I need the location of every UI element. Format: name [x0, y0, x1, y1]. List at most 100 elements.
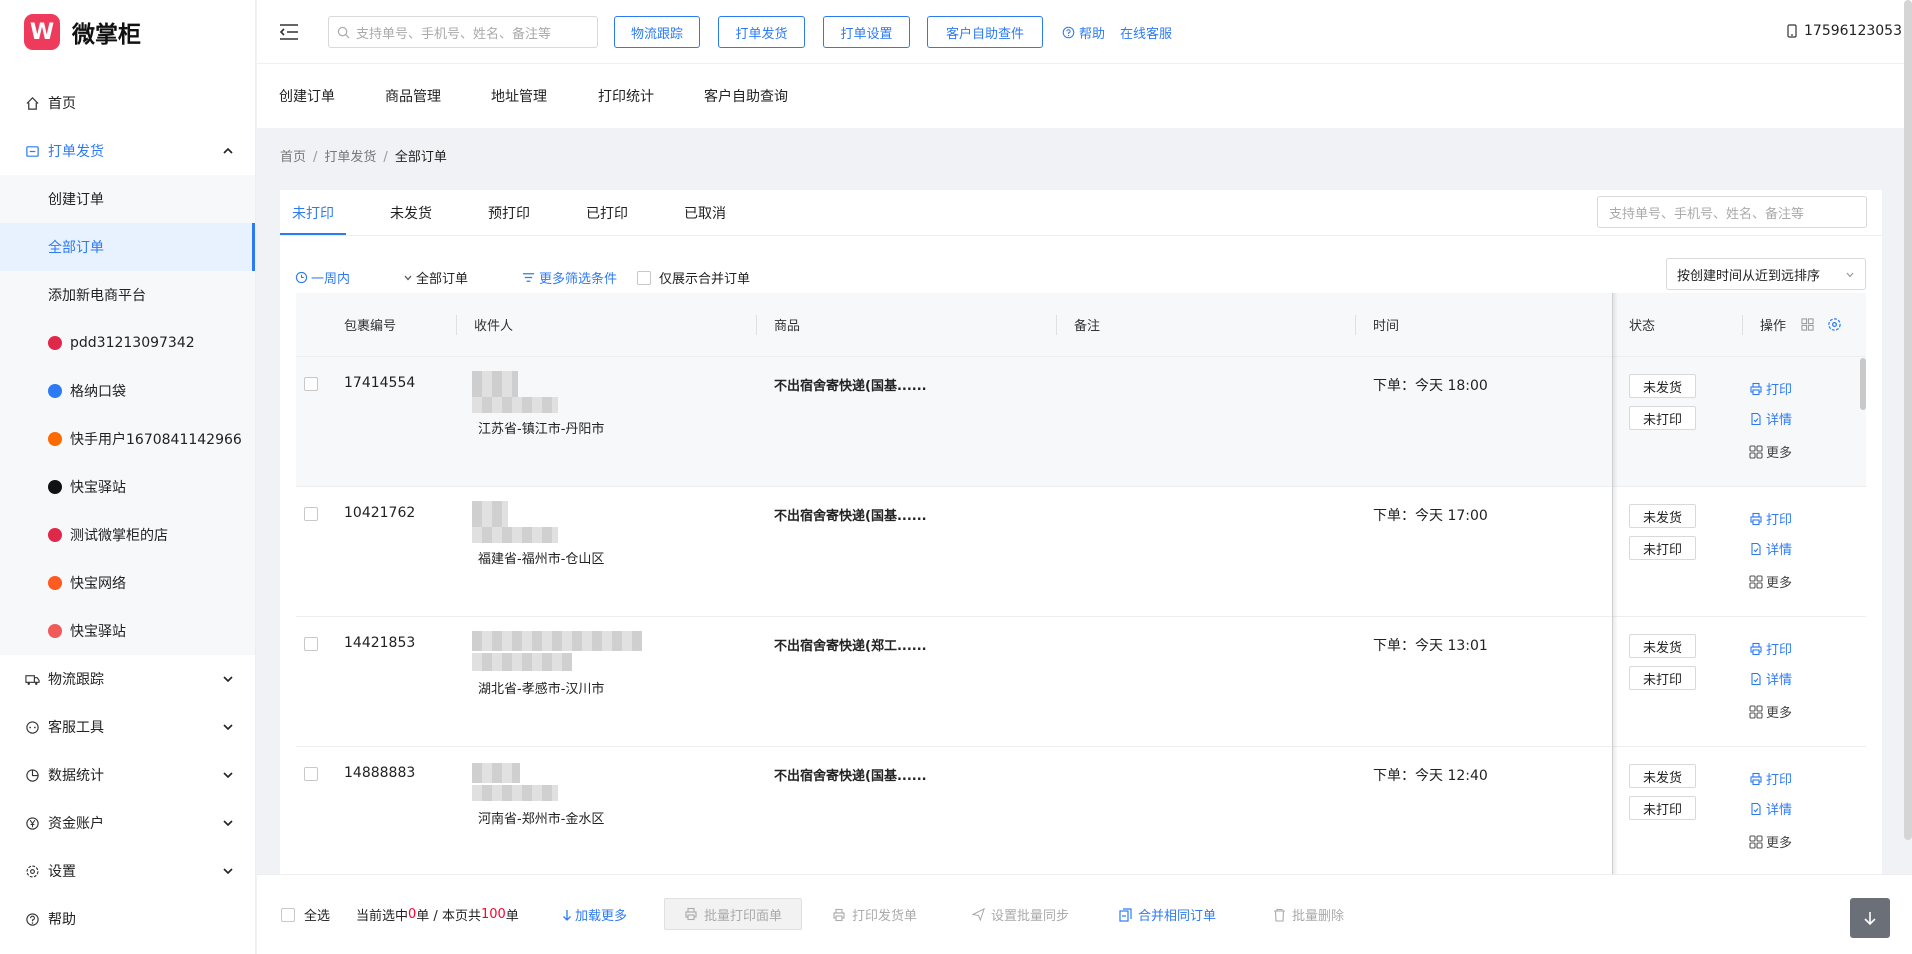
sidebar-item-settings[interactable]: 设置 — [0, 847, 255, 895]
help-link[interactable]: 帮助 — [1062, 23, 1105, 42]
grid-icon[interactable] — [1801, 318, 1814, 331]
merge-orders-button[interactable]: 合并相同订单 — [1119, 905, 1216, 924]
batch-sync-button[interactable]: 设置批量同步 — [972, 905, 1069, 924]
print-settings-button[interactable]: 打单设置 — [823, 16, 910, 48]
row-checkbox[interactable] — [304, 767, 318, 781]
period-filter[interactable]: 一周内 — [295, 268, 350, 287]
settings-icon[interactable] — [1827, 317, 1842, 332]
nav-create-order[interactable]: 创建订单 — [279, 86, 335, 106]
global-search-input[interactable]: 支持单号、手机号、姓名、备注等 — [328, 16, 598, 48]
print-label: 打印 — [1766, 513, 1793, 528]
sidebar-shop-item[interactable]: pdd31213097342 — [0, 319, 255, 367]
sidebar-item-logistics[interactable]: 物流跟踪 — [0, 655, 255, 703]
print-action[interactable]: 打印 — [1749, 769, 1792, 788]
shop-icon — [48, 528, 62, 542]
menu-fold-icon[interactable] — [279, 23, 299, 41]
more-action[interactable]: 更多 — [1749, 572, 1792, 591]
nav-print-stats[interactable]: 打印统计 — [598, 86, 654, 106]
arrow-down-icon — [563, 909, 571, 921]
checkbox[interactable] — [281, 907, 295, 922]
sidebar-item-home[interactable]: 首页 — [0, 79, 255, 127]
scroll-to-bottom-button[interactable] — [1850, 898, 1890, 938]
secondary-nav: 创建订单 商品管理 地址管理 打印统计 客户自助查询 — [257, 64, 1912, 128]
table-scrollbar-thumb[interactable] — [1860, 358, 1866, 410]
more-label: 更多 — [1766, 836, 1793, 851]
detail-action[interactable]: 详情 — [1749, 409, 1792, 428]
table-row[interactable]: 14421853 湖北省-孝感市-汉川市 不出宿舍寄快递(郑工...... 下单… — [296, 617, 1866, 747]
detail-action[interactable]: 详情 — [1749, 669, 1792, 688]
send-icon — [972, 908, 985, 921]
sidebar-shop-item[interactable]: 快宝网络 — [0, 559, 255, 607]
status-badge-unshipped: 未发货 — [1629, 504, 1696, 528]
load-more-button[interactable]: 加载更多 — [562, 905, 627, 924]
tab-preprinted[interactable]: 预打印 — [488, 203, 530, 223]
table-row[interactable]: 17414554 江苏省-镇江市-丹阳市 不出宿舍寄快递(国基...... 下单… — [296, 357, 1866, 487]
sidebar-item-help[interactable]: 帮助 — [0, 895, 255, 943]
batch-print-waybill-button[interactable]: 批量打印面单 — [664, 898, 802, 930]
print-ship-button[interactable]: 打单发货 — [718, 16, 805, 48]
more-action[interactable]: 更多 — [1749, 442, 1792, 461]
online-service-link[interactable]: 在线客服 — [1120, 23, 1172, 42]
nav-goods[interactable]: 商品管理 — [385, 86, 441, 106]
checkbox[interactable] — [637, 270, 651, 285]
breadcrumb-print-ship[interactable]: 打单发货 — [324, 150, 376, 165]
sidebar-shop-item[interactable]: 快宝驿站 — [0, 463, 255, 511]
sort-select[interactable]: 按创建时间从近到远排序 — [1666, 258, 1866, 290]
sidebar-item-all-orders[interactable]: 全部订单 — [0, 223, 255, 271]
goods-name: 不出宿舍寄快递(国基...... — [774, 379, 927, 394]
sidebar-shop-item[interactable]: 格纳口袋 — [0, 367, 255, 415]
print-action[interactable]: 打印 — [1749, 509, 1792, 528]
self-query-button[interactable]: 客户自助查件 — [927, 16, 1043, 48]
select-all-checkbox[interactable]: 全选 — [281, 905, 330, 924]
detail-action[interactable]: 详情 — [1749, 539, 1792, 558]
goods-name: 不出宿舍寄快递(国基...... — [774, 509, 927, 524]
sidebar-item-print-ship[interactable]: 打单发货 — [0, 127, 255, 175]
printer-icon — [833, 908, 845, 921]
table-row[interactable]: 14888883 河南省-郑州市-金水区 不出宿舍寄快递(国基...... 下单… — [296, 747, 1866, 874]
recipient-address: 江苏省-镇江市-丹阳市 — [478, 422, 605, 437]
order-search-input[interactable]: 支持单号、手机号、姓名、备注等 — [1597, 196, 1867, 228]
page-scrollbar-thumb[interactable] — [1904, 0, 1912, 840]
tab-unprinted[interactable]: 未打印 — [292, 203, 334, 223]
more-action[interactable]: 更多 — [1749, 702, 1792, 721]
nav-address[interactable]: 地址管理 — [491, 86, 547, 106]
sidebar-shop-item[interactable]: 测试微掌柜的店 — [0, 511, 255, 559]
merged-only-label: 仅展示合并订单 — [659, 272, 751, 287]
shop-name: 测试微掌柜的店 — [70, 528, 168, 544]
more-filters-label: 更多筛选条件 — [539, 272, 618, 287]
sidebar-item-funds[interactable]: 资金账户 — [0, 799, 255, 847]
tab-cancelled[interactable]: 已取消 — [684, 203, 726, 223]
all-orders-filter[interactable]: 全部订单 — [403, 268, 468, 287]
print-ship-doc-button[interactable]: 打印发货单 — [832, 905, 917, 924]
tab-unshipped[interactable]: 未发货 — [390, 203, 432, 223]
detail-action[interactable]: 详情 — [1749, 799, 1792, 818]
apps-icon — [1749, 444, 1763, 459]
batch-delete-label: 批量删除 — [1292, 909, 1345, 924]
logistics-tracking-button[interactable]: 物流跟踪 — [614, 16, 700, 48]
sidebar-item-add-platform[interactable]: 添加新电商平台 — [0, 271, 255, 319]
more-action[interactable]: 更多 — [1749, 832, 1792, 851]
shop-name: 快宝驿站 — [70, 624, 126, 640]
print-action[interactable]: 打印 — [1749, 639, 1792, 658]
breadcrumb-home[interactable]: 首页 — [280, 150, 306, 165]
logo[interactable]: W 微掌柜 — [0, 0, 255, 64]
more-filters-button[interactable]: 更多筛选条件 — [522, 268, 617, 287]
kuaishou-shop-icon — [48, 432, 62, 446]
row-checkbox[interactable] — [304, 637, 318, 651]
batch-delete-button[interactable]: 批量删除 — [1273, 905, 1344, 924]
merged-only-checkbox[interactable]: 仅展示合并订单 — [637, 268, 750, 287]
print-action[interactable]: 打印 — [1749, 379, 1792, 398]
row-checkbox[interactable] — [304, 507, 318, 521]
nav-self-query[interactable]: 客户自助查询 — [704, 86, 788, 106]
col-goods: 商品 — [774, 319, 801, 334]
table-row[interactable]: 10421762 福建省-福州市-仓山区 不出宿舍寄快递(国基...... 下单… — [296, 487, 1866, 617]
account-phone[interactable]: 17596123053 — [1787, 23, 1902, 39]
sidebar-item-create-order[interactable]: 创建订单 — [0, 175, 255, 223]
sidebar-shop-item[interactable]: 快宝驿站 — [0, 607, 255, 655]
sidebar-shop-item[interactable]: 快手用户1670841142966 — [0, 415, 255, 463]
sidebar-item-data-stats[interactable]: 数据统计 — [0, 751, 255, 799]
sidebar-item-service-tools[interactable]: 客服工具 — [0, 703, 255, 751]
summary-unit: 单 — [505, 909, 519, 924]
tab-printed[interactable]: 已打印 — [586, 203, 628, 223]
row-checkbox[interactable] — [304, 377, 318, 391]
